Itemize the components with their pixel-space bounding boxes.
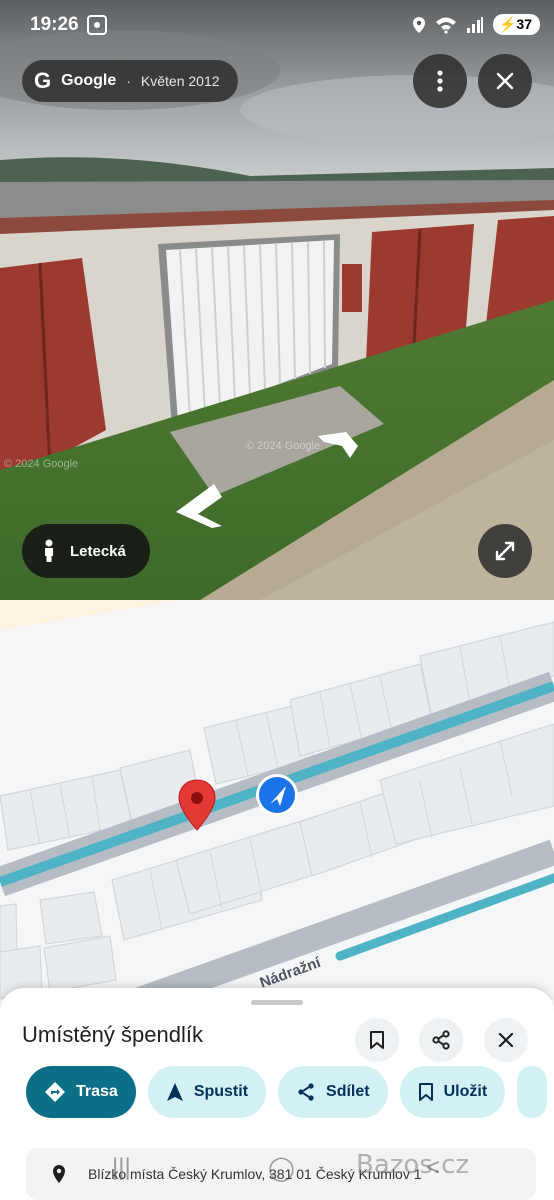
- satellite-view-label: Letecká: [70, 542, 126, 560]
- save-label: Uložit: [443, 1083, 488, 1100]
- recent-apps-icon[interactable]: |||: [112, 1154, 131, 1182]
- share-icon: [298, 1083, 314, 1101]
- map-canvas[interactable]: Nádražní: [0, 600, 554, 1000]
- street-view-panel[interactable]: © 2024 Google © 2024 Google 19:26 ⚡37 G …: [0, 0, 554, 600]
- current-location-icon[interactable]: [256, 774, 298, 816]
- status-bar: 19:26 ⚡37: [0, 0, 554, 52]
- fullscreen-button[interactable]: [478, 524, 532, 578]
- imagery-provider: Google: [61, 72, 117, 89]
- watermark: © 2024 Google: [246, 440, 321, 452]
- map-view[interactable]: Nádražní: [0, 600, 554, 1000]
- bookmark-icon: [370, 1031, 384, 1049]
- navigation-arrow-icon: [166, 1083, 183, 1101]
- close-icon: [496, 72, 514, 90]
- signal-icon: [466, 16, 483, 33]
- share-place-button[interactable]: [419, 1018, 463, 1062]
- more-options-button[interactable]: [413, 54, 467, 108]
- location-icon: [412, 16, 425, 33]
- share-button[interactable]: Sdílet: [278, 1066, 388, 1118]
- start-navigation-button[interactable]: Spustit: [147, 1066, 267, 1118]
- directions-icon: [45, 1082, 65, 1102]
- system-nav-bar: ||| ◯ <: [0, 1152, 554, 1192]
- expand-icon: [495, 541, 515, 561]
- site-watermark: Bazos.cz: [356, 1150, 470, 1180]
- share-label: Sdílet: [326, 1083, 370, 1100]
- watermark: © 2024 Google: [4, 458, 79, 470]
- directions-button[interactable]: Trasa: [26, 1066, 136, 1118]
- google-logo-icon: G: [34, 68, 52, 93]
- home-icon[interactable]: ◯: [268, 1154, 295, 1183]
- place-title: Umístěný špendlík: [22, 1022, 203, 1047]
- imagery-date: Květen 2012: [140, 73, 220, 89]
- close-icon: [498, 1032, 514, 1048]
- start-label: Spustit: [193, 1083, 249, 1100]
- screen-record-icon: [87, 15, 107, 35]
- bookmark-icon: [418, 1083, 433, 1101]
- status-time: 19:26: [30, 14, 79, 35]
- battery-level: 37: [516, 16, 532, 32]
- pegman-icon: [45, 539, 53, 562]
- drag-handle[interactable]: [251, 1000, 303, 1005]
- battery-icon: ⚡37: [492, 14, 540, 35]
- action-chips: Trasa Spustit Sdílet Uložit: [26, 1066, 548, 1118]
- share-icon: [432, 1030, 450, 1050]
- close-street-view-button[interactable]: [478, 54, 532, 108]
- close-sheet-button[interactable]: [484, 1018, 528, 1062]
- imagery-info-chip[interactable]: G Google · Květen 2012: [22, 60, 238, 102]
- more-actions-chip[interactable]: [517, 1066, 548, 1118]
- satellite-view-toggle[interactable]: Letecká: [22, 524, 150, 578]
- save-place-button[interactable]: [355, 1018, 399, 1062]
- imagery-date-separator: ·: [126, 73, 131, 89]
- save-button[interactable]: Uložit: [399, 1066, 506, 1118]
- more-vertical-icon: [437, 70, 443, 92]
- status-icons: ⚡37: [412, 14, 540, 35]
- directions-label: Trasa: [76, 1083, 118, 1100]
- wifi-icon: [435, 17, 456, 34]
